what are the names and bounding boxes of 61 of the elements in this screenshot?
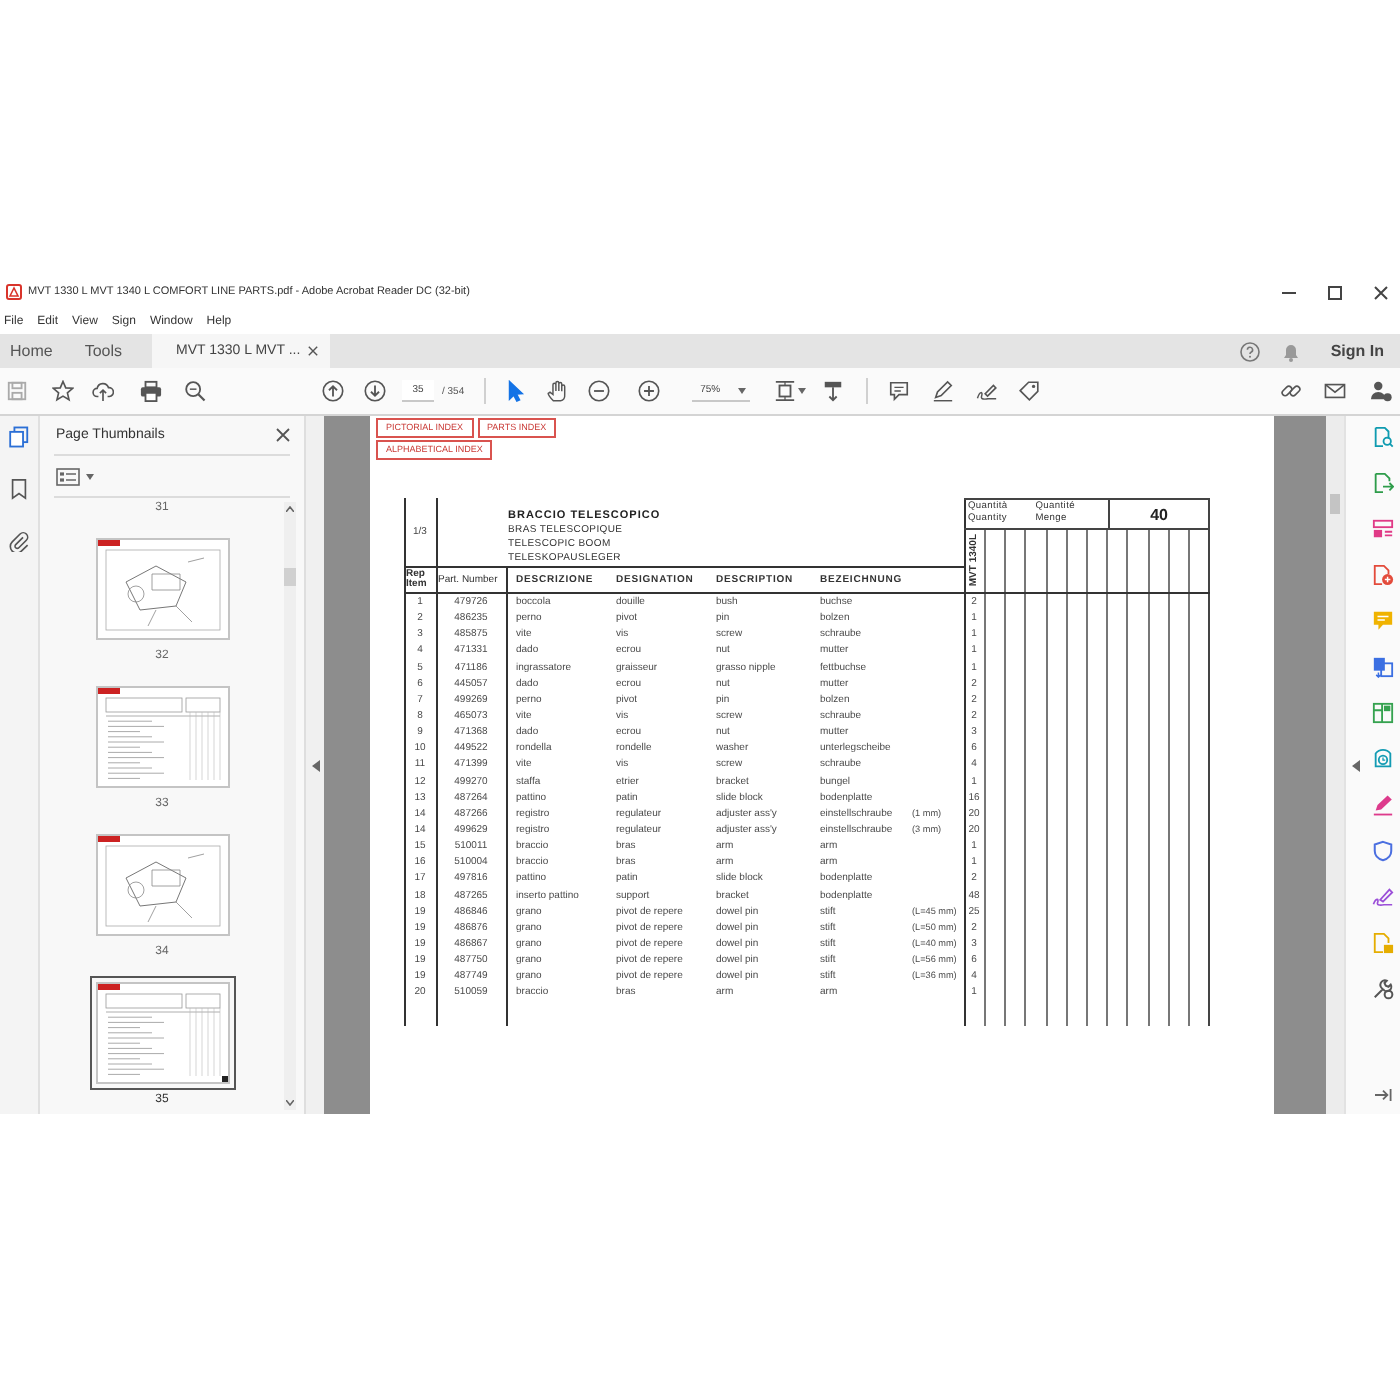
close-icon[interactable]: [308, 346, 319, 356]
maximize-icon[interactable]: [1328, 285, 1342, 299]
zoom-out-icon[interactable]: [588, 380, 611, 402]
page-thumbnail-drawing[interactable]: [95, 686, 229, 788]
quantity-value: 40: [1150, 505, 1168, 523]
caret-icon[interactable]: [86, 473, 94, 479]
scroll-icon[interactable]: [822, 380, 845, 402]
collapse-arrow-icon[interactable]: [1351, 759, 1359, 771]
pen-icon[interactable]: [932, 380, 955, 402]
mail-icon[interactable]: [1324, 380, 1346, 402]
tab[interactable]: Home: [0, 334, 63, 368]
down-arrow-icon[interactable]: [364, 380, 386, 402]
caret-icon: [738, 387, 747, 393]
scrollbar[interactable]: [284, 502, 296, 1110]
pen-icon[interactable]: [1371, 794, 1393, 816]
tab[interactable]: Tools: [74, 334, 133, 368]
close-icon[interactable]: [1374, 285, 1388, 299]
person-icon[interactable]: [1370, 380, 1392, 402]
pages-icon[interactable]: [8, 426, 30, 448]
scrollbar-thumb[interactable]: [1330, 494, 1340, 514]
link-icon[interactable]: [1280, 380, 1302, 402]
scroll-down-icon[interactable]: [286, 1100, 294, 1106]
help-icon[interactable]: [1240, 341, 1261, 361]
bookmark-icon[interactable]: [8, 478, 30, 500]
page-thumbnail-drawing[interactable]: [95, 538, 229, 640]
minimize-icon[interactable]: [1282, 291, 1296, 293]
page-thumbnail-drawing[interactable]: [89, 976, 235, 1090]
split-panel-icon[interactable]: [1371, 702, 1393, 724]
sign-in-button[interactable]: Sign In: [1330, 334, 1384, 368]
document-search-icon[interactable]: [1371, 426, 1393, 448]
comment-icon[interactable]: [888, 380, 911, 402]
pdf-file-icon: [6, 284, 22, 300]
paperclip-icon[interactable]: [8, 530, 30, 552]
hand-icon[interactable]: [546, 380, 569, 402]
wrench-gear-icon[interactable]: [1371, 978, 1393, 1000]
document-export-icon[interactable]: [1371, 472, 1393, 494]
signature-icon[interactable]: [976, 380, 999, 402]
document-arrow-icon[interactable]: [1371, 656, 1393, 678]
layout-icon[interactable]: [1371, 518, 1393, 540]
document-plus-icon[interactable]: [1371, 564, 1393, 586]
cursor-icon[interactable]: [504, 380, 527, 402]
up-arrow-icon[interactable]: [322, 380, 344, 402]
fit-page-icon[interactable]: [774, 380, 797, 402]
print-icon[interactable]: [140, 380, 162, 402]
collapse-arrow-icon[interactable]: [311, 759, 319, 771]
signature-icon[interactable]: [1371, 886, 1393, 908]
shield-icon[interactable]: [1371, 840, 1393, 862]
arrow-to-bar-icon[interactable]: [1373, 1088, 1391, 1102]
zoom-in-icon[interactable]: [638, 380, 661, 402]
cloud-upload-icon[interactable]: [92, 380, 114, 402]
tag-icon[interactable]: [1018, 380, 1041, 402]
search-icon[interactable]: [184, 380, 206, 402]
thumbnail-options-icon[interactable]: [56, 467, 80, 485]
scroll-up-icon[interactable]: [286, 506, 294, 512]
page-thumbnail-drawing[interactable]: [95, 834, 229, 936]
scrollbar-thumb[interactable]: [284, 568, 296, 586]
close-icon[interactable]: [276, 428, 290, 442]
scrollbar[interactable]: [1326, 416, 1344, 1114]
caret-icon[interactable]: [798, 388, 807, 394]
star-icon[interactable]: [52, 380, 74, 402]
document-clock-icon[interactable]: [1371, 748, 1393, 770]
